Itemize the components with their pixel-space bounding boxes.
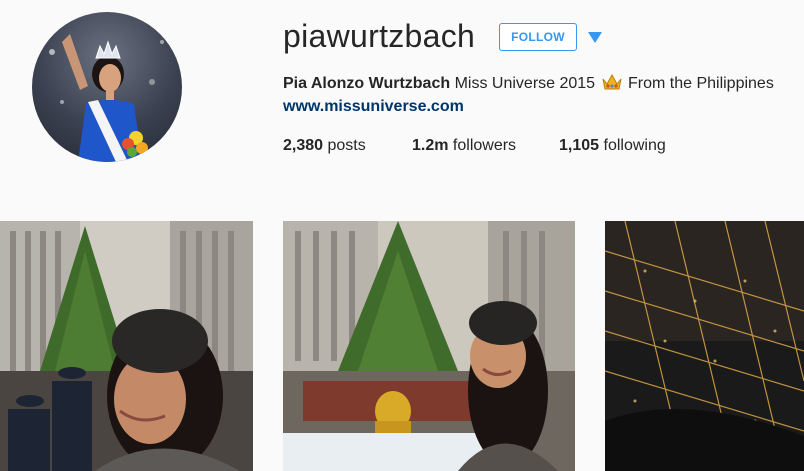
photo-rockefeller-center-selfie-icon: [283, 221, 575, 471]
following-count[interactable]: 1,105 following: [559, 137, 666, 155]
profile-avatar[interactable]: [32, 12, 182, 162]
photo-city-lights-aerial-icon: [605, 221, 804, 471]
follow-button[interactable]: FOLLOW: [499, 23, 577, 51]
posts-number: 2,380: [283, 137, 324, 154]
avatar-photo-icon: [49, 34, 164, 162]
crown-icon: [602, 73, 622, 96]
bio-suffix: From the Philippines: [627, 75, 774, 92]
profile-full-name: Pia Alonzo Wurtzbach: [283, 75, 451, 92]
post-thumbnail-1[interactable]: [0, 221, 253, 471]
chevron-down-icon[interactable]: [588, 32, 602, 43]
profile-website-link[interactable]: www.missuniverse.com: [283, 98, 464, 116]
following-number: 1,105: [559, 137, 600, 154]
followers-number: 1.2m: [412, 137, 449, 154]
posts-count[interactable]: 2,380 posts: [283, 137, 366, 155]
followers-count[interactable]: 1.2m followers: [412, 137, 516, 155]
post-thumbnail-2[interactable]: [283, 221, 575, 471]
post-thumbnail-3[interactable]: [605, 221, 804, 471]
profile-username: piawurtzbach: [283, 18, 476, 54]
profile-bio: Pia Alonzo Wurtzbach Miss Universe 2015 …: [283, 73, 774, 96]
followers-label: followers: [452, 137, 517, 154]
posts-label: posts: [327, 137, 366, 154]
following-label: following: [603, 137, 666, 154]
photo-christmas-tree-selfie-icon: [0, 221, 253, 471]
bio-text: Miss Universe 2015: [454, 75, 596, 92]
